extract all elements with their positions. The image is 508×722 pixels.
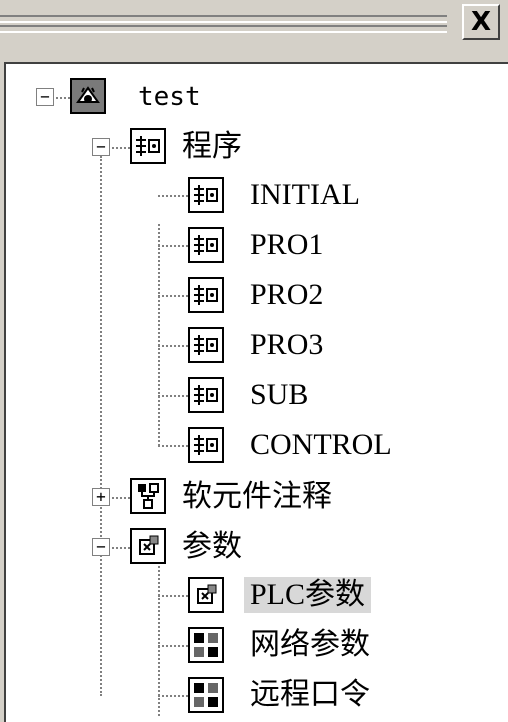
tree-item-pro1[interactable]: PRO1 [250,227,323,263]
tree-item-plc-parameter[interactable]: PLC参数 [244,577,372,613]
project-icon [70,78,106,114]
tree-item-sub[interactable]: SUB [250,377,308,413]
device-comment-icon [130,478,166,514]
tree-item-program[interactable]: 程序 [182,129,242,165]
tree-item-test[interactable]: test [138,79,201,115]
tree-item-initial[interactable]: INITIAL [250,177,360,213]
tree-item-remote-password[interactable]: 远程口令 [250,677,370,713]
tree-item-network-parameter[interactable]: 网络参数 [250,627,370,663]
close-icon: X [470,7,492,37]
project-tree[interactable]: − test − 程序 INITIAL PRO1 PRO2 PRO3 SUB C… [4,62,508,722]
program-file-icon [188,427,224,463]
remote-password-icon [188,677,224,713]
program-file-icon [188,177,224,213]
parameter-folder-icon [130,528,166,564]
root-collapse-toggle[interactable]: − [36,88,54,106]
plc-parameter-icon [188,577,224,613]
program-file-icon [188,277,224,313]
program-folder-icon [130,128,166,164]
device-comment-expand-toggle[interactable]: + [92,488,110,506]
panel-titlebar: X [0,0,508,56]
titlebar-grip[interactable] [0,12,447,36]
program-file-icon [188,377,224,413]
tree-item-pro2[interactable]: PRO2 [250,277,323,313]
tree-item-parameters[interactable]: 参数 [182,529,242,565]
parameters-collapse-toggle[interactable]: − [92,538,110,556]
network-parameter-icon [188,627,224,663]
tree-item-control[interactable]: CONTROL [250,427,392,463]
tree-item-device-comment[interactable]: 软元件注释 [182,479,332,515]
tree-item-pro3[interactable]: PRO3 [250,327,323,363]
close-button[interactable]: X [462,4,500,40]
program-file-icon [188,327,224,363]
program-collapse-toggle[interactable]: − [92,138,110,156]
program-file-icon [188,227,224,263]
